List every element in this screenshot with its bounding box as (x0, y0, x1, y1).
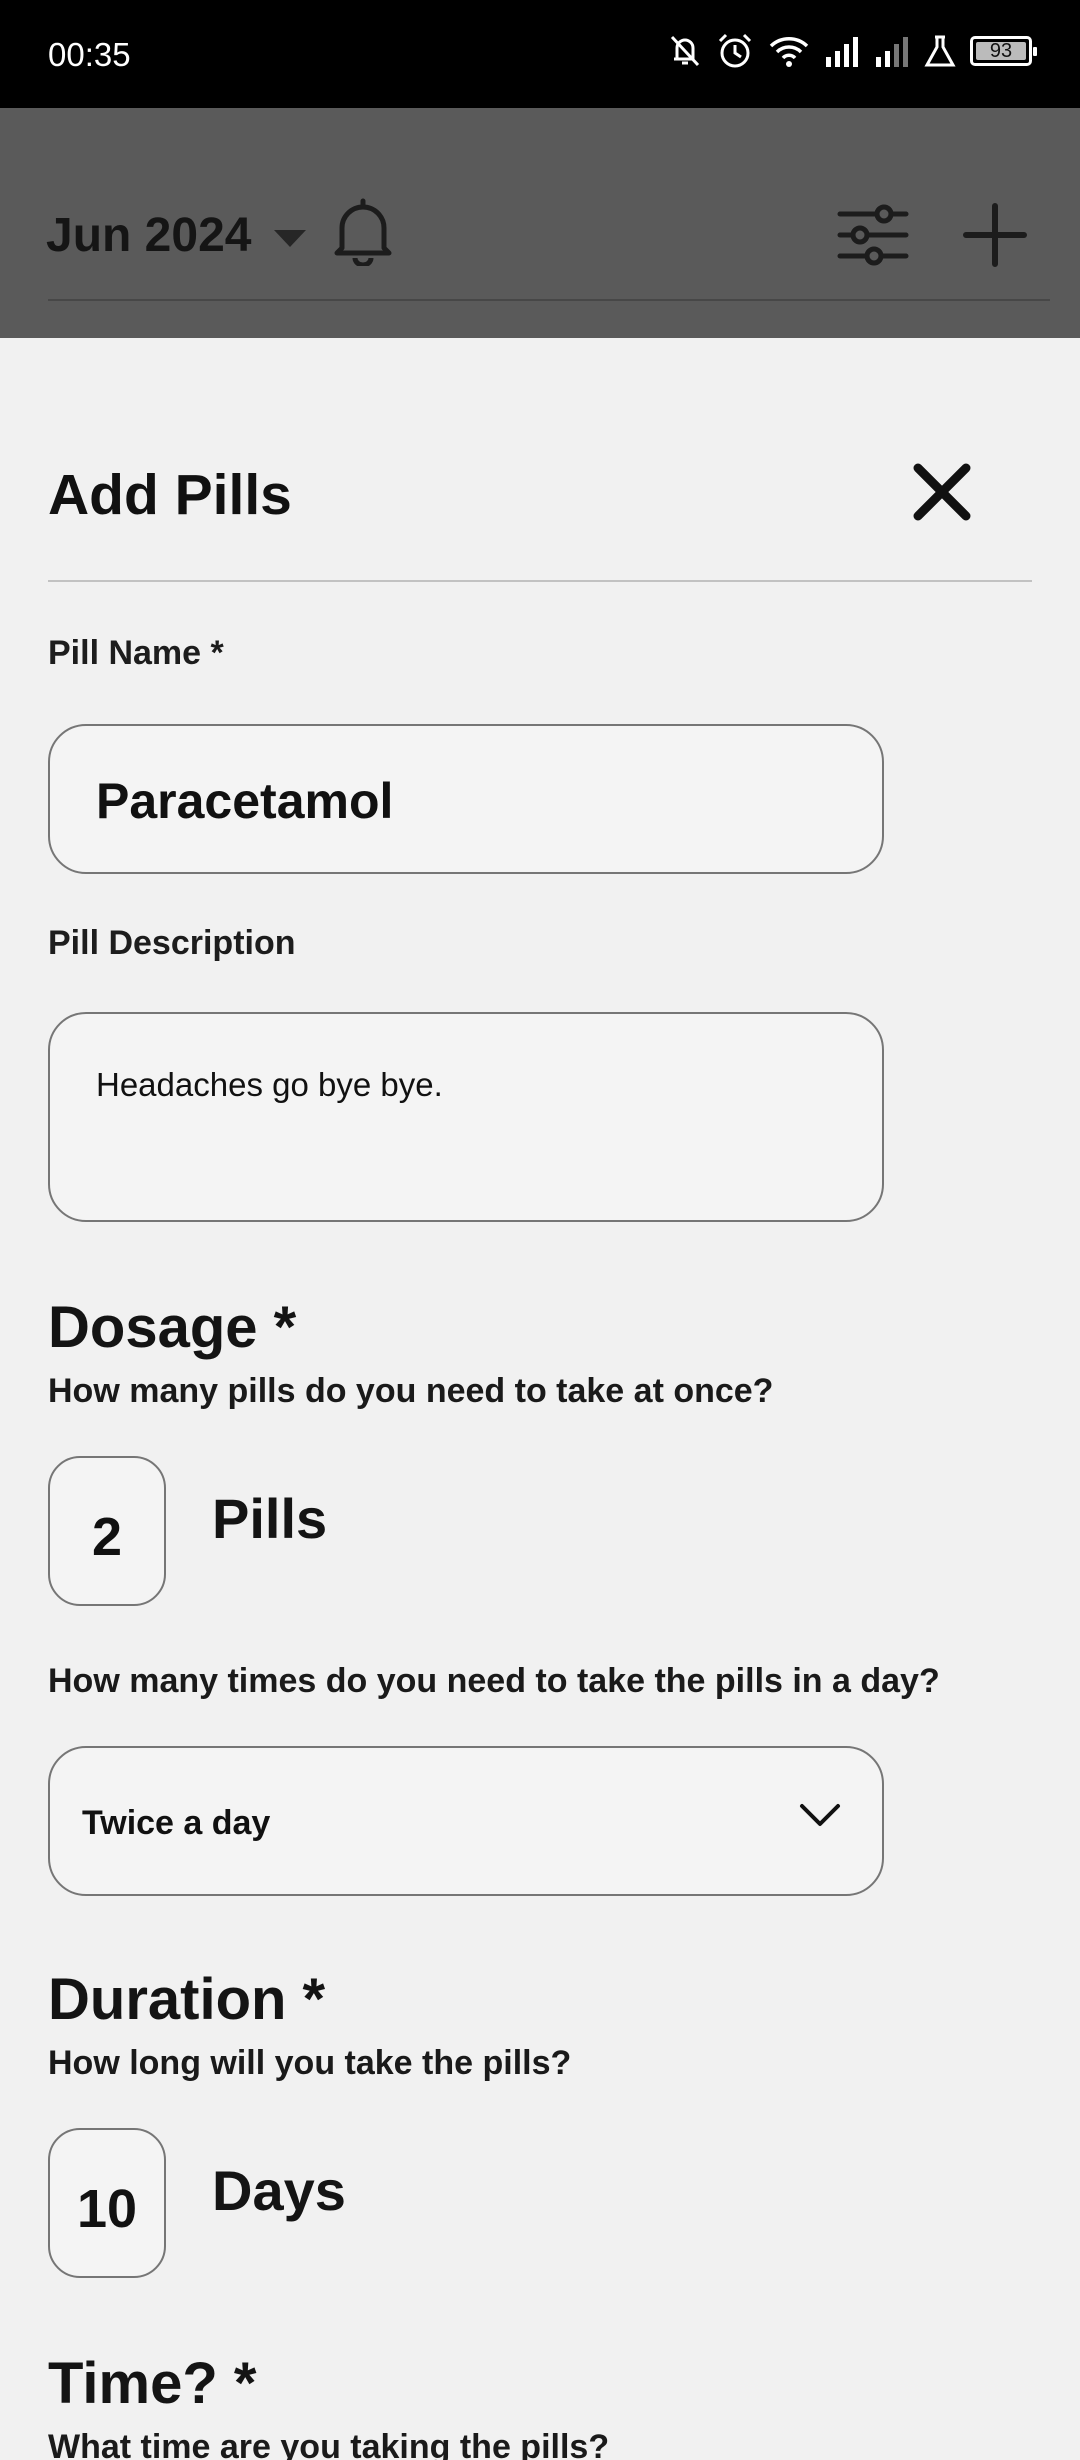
duration-input[interactable]: 10 (48, 2128, 166, 2278)
bell-icon[interactable] (332, 196, 394, 266)
pill-name-value: Paracetamol (96, 773, 394, 829)
frequency-selected: Twice a day (82, 1804, 271, 1842)
pill-name-label: Pill Name * (48, 634, 224, 672)
time-heading: Time? * (48, 2351, 257, 2416)
frequency-question: How many times do you need to take the p… (48, 1662, 940, 1700)
add-pills-sheet: Add Pills Pill Name * Paracetamol Pill D… (0, 338, 1080, 2460)
dropdown-caret-icon[interactable] (274, 230, 306, 247)
dosage-heading: Dosage * (48, 1295, 297, 1360)
pill-description-input[interactable]: Headaches go bye bye. (48, 1012, 884, 1222)
filter-sliders-icon[interactable] (836, 200, 910, 270)
alarm-icon (718, 33, 752, 68)
close-icon[interactable] (910, 460, 974, 524)
dosage-unit: Pills (212, 1487, 328, 1550)
dosage-input[interactable]: 2 (48, 1456, 166, 1606)
dosage-value: 2 (91, 1507, 123, 1567)
signal-weak-icon (876, 37, 908, 67)
sheet-title: Add Pills (48, 463, 292, 527)
app-bar: Jun 2024 (0, 108, 1080, 338)
duration-value: 10 (76, 2179, 138, 2239)
month-selector[interactable]: Jun 2024 (46, 208, 251, 263)
duration-question: How long will you take the pills? (48, 2044, 572, 2082)
status-bar: 00:35 93 (0, 0, 1080, 108)
status-icons: 93 (668, 32, 1037, 70)
app-bar-divider (48, 299, 1050, 301)
add-icon[interactable] (962, 202, 1028, 268)
notifications-off-icon (670, 35, 700, 67)
duration-heading: Duration * (48, 1967, 326, 2032)
flask-icon (924, 35, 956, 67)
frequency-select[interactable]: Twice a day (48, 1746, 884, 1896)
status-time: 00:35 (48, 36, 131, 73)
chevron-down-icon (800, 1804, 840, 1826)
battery-level: 93 (976, 41, 1026, 61)
wifi-icon (769, 37, 809, 67)
duration-unit: Days (212, 2159, 346, 2222)
pill-name-input[interactable]: Paracetamol (48, 724, 884, 874)
dosage-question: How many pills do you need to take at on… (48, 1372, 774, 1410)
signal-icon (826, 37, 858, 67)
pill-description-value: Headaches go bye bye. (96, 1066, 443, 1103)
battery-icon: 93 (970, 36, 1037, 66)
pill-description-label: Pill Description (48, 924, 296, 962)
title-divider (48, 580, 1032, 582)
time-question: What time are you taking the pills? (48, 2428, 610, 2460)
